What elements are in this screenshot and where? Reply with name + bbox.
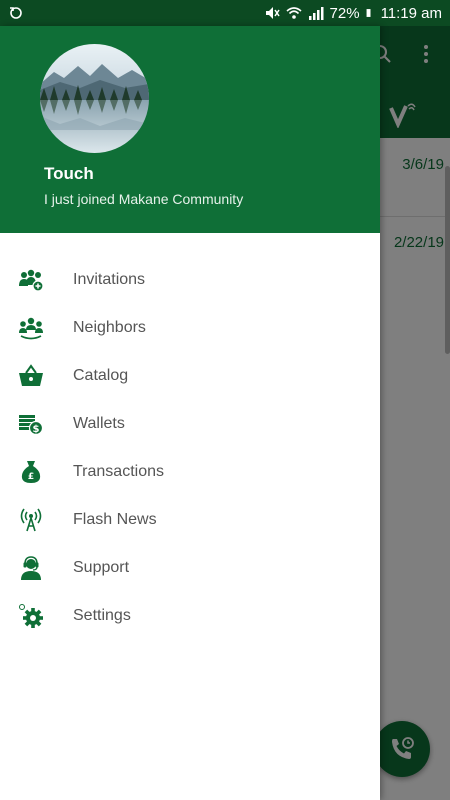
menu-item-catalog[interactable]: Catalog: [0, 352, 380, 400]
support-agent-icon: [18, 555, 44, 581]
menu-item-label: Wallets: [73, 415, 125, 432]
wallet-icon: $: [18, 411, 44, 437]
battery-percent: 72%: [329, 4, 360, 22]
menu-item-flash-news[interactable]: Flash News: [0, 496, 380, 544]
menu-item-label: Neighbors: [73, 319, 146, 336]
drawer-header: Touch I just joined Makane Community: [0, 26, 380, 233]
basket-icon: [18, 363, 44, 389]
settings-gear-icon: [18, 603, 44, 629]
wifi-icon: [286, 7, 302, 19]
mute-icon: [265, 7, 280, 19]
svg-text:£: £: [28, 472, 34, 482]
menu-item-label: Flash News: [73, 511, 157, 528]
svg-text:$: $: [33, 424, 40, 435]
menu-item-label: Transactions: [73, 463, 164, 480]
menu-item-label: Settings: [73, 607, 131, 624]
menu-item-invitations[interactable]: Invitations: [0, 256, 380, 304]
menu-item-neighbors[interactable]: Neighbors: [0, 304, 380, 352]
status-bar: 72% 11:19 am: [0, 0, 450, 26]
menu-item-support[interactable]: Support: [0, 544, 380, 592]
menu-item-transactions[interactable]: £ Transactions: [0, 448, 380, 496]
signal-icon: [308, 7, 324, 20]
clock: 11:19 am: [380, 4, 442, 22]
invitations-icon: [18, 267, 44, 293]
menu-item-label: Support: [73, 559, 130, 576]
user-name: Touch: [44, 164, 94, 183]
menu-item-settings[interactable]: Settings: [0, 592, 380, 640]
menu-item-label: Catalog: [73, 367, 129, 384]
user-status: I just joined Makane Community: [44, 191, 244, 207]
landscape-photo: [40, 44, 149, 153]
broadcast-antenna-icon: [18, 507, 44, 533]
money-bag-icon: £: [18, 459, 44, 485]
menu-item-label: Invitations: [73, 271, 146, 288]
navigation-drawer: Touch I just joined Makane Community Inv…: [0, 26, 380, 800]
menu-item-wallets[interactable]: $ Wallets: [0, 400, 380, 448]
neighbors-icon: [18, 315, 44, 341]
sync-icon: [10, 7, 22, 19]
drawer-menu: Invitations Neighbors Catalog $ Wallets …: [0, 256, 380, 640]
battery-icon: [366, 9, 371, 17]
avatar[interactable]: [40, 44, 149, 153]
